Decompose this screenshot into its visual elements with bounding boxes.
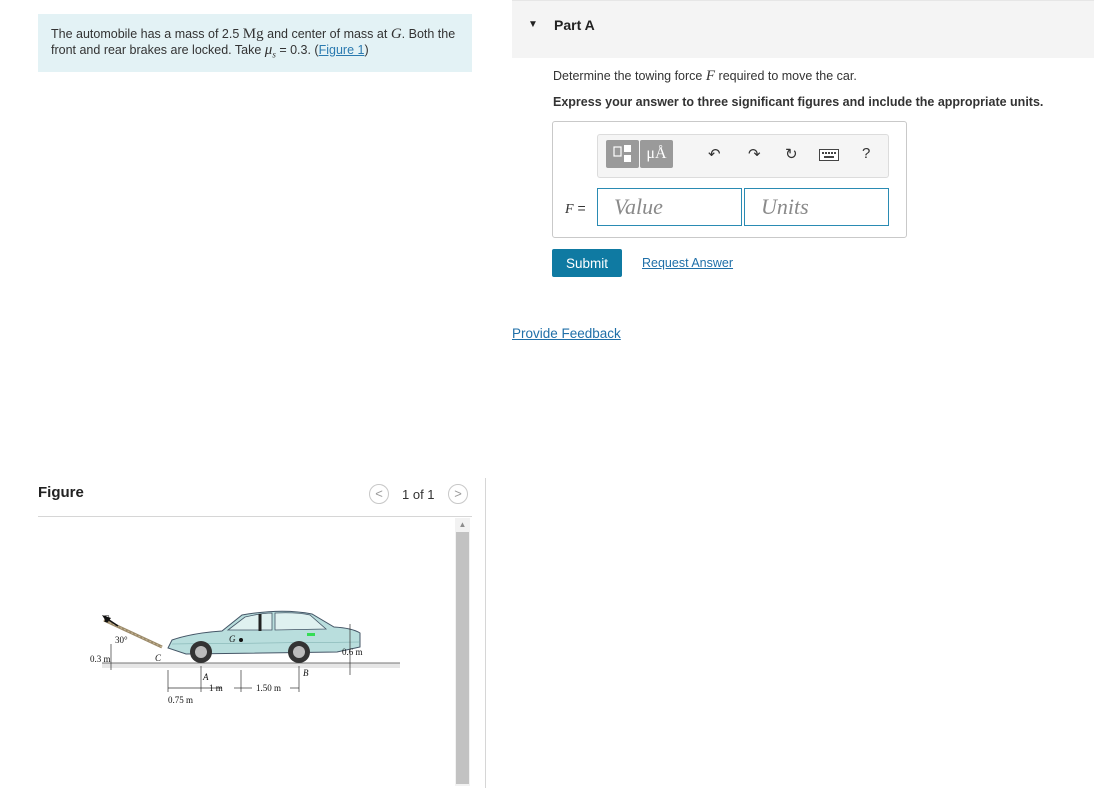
answer-equals: =	[577, 200, 586, 216]
question-text-2: required to move the car.	[718, 69, 857, 83]
scroll-up-arrow-icon[interactable]: ▲	[455, 520, 470, 530]
math-toolbar: μÅ ↶ ↷ ↻ ?	[597, 134, 889, 178]
undo-icon[interactable]: ↶	[708, 145, 721, 163]
problem-text-1: The automobile has a mass of 2.5	[51, 27, 240, 41]
answer-box: μÅ ↶ ↷ ↻ ? F =	[552, 121, 907, 238]
column-divider	[485, 478, 486, 788]
provide-feedback-link[interactable]: Provide Feedback	[512, 326, 621, 341]
units-input[interactable]	[744, 188, 889, 226]
instruction-text: Express your answer to three significant…	[553, 95, 1044, 109]
part-a-header[interactable]: ▼ Part A	[512, 0, 1094, 58]
wheel-front	[190, 641, 212, 663]
question-text-1: Determine the towing force	[553, 69, 703, 83]
center-of-mass-dot	[239, 638, 243, 642]
redo-icon[interactable]: ↷	[748, 145, 761, 163]
part-title: Part A	[554, 17, 595, 33]
question-text: Determine the towing force F required to…	[553, 68, 857, 85]
answer-variable: F	[565, 202, 574, 217]
request-answer-link[interactable]: Request Answer	[642, 256, 733, 270]
submit-button[interactable]: Submit	[552, 249, 622, 277]
problem-statement: The automobile has a mass of 2.5 Mg and …	[38, 14, 472, 72]
fraction-template-icon[interactable]	[606, 140, 639, 168]
figure-prev-button[interactable]: <	[369, 484, 389, 504]
value-input[interactable]	[597, 188, 742, 226]
figure-title: Figure	[38, 484, 84, 501]
collapse-caret-icon[interactable]: ▼	[528, 19, 538, 30]
reset-icon[interactable]: ↻	[785, 145, 798, 163]
label-dim-075: 0.75 m	[168, 695, 193, 705]
car-figure: F 30° 0.3 m C G A B 0.6 m 1 m 1.50 m 0.7…	[90, 610, 400, 705]
label-dim-1m: 1 m	[209, 683, 223, 693]
label-height-right: 0.6 m	[342, 647, 363, 657]
figure-1-link[interactable]: Figure 1	[319, 43, 365, 57]
problem-text-2: and center of mass at	[267, 27, 388, 41]
label-point-a: A	[202, 672, 209, 682]
question-variable: F	[705, 68, 716, 84]
figure-page-count: 1 of 1	[402, 487, 435, 502]
units-icon[interactable]: μÅ	[640, 140, 673, 168]
wheel-rear	[288, 641, 310, 663]
keyboard-icon[interactable]	[819, 148, 839, 166]
ground	[102, 662, 400, 668]
label-point-b: B	[303, 668, 309, 678]
label-height-left: 0.3 m	[90, 654, 111, 664]
help-icon[interactable]: ?	[862, 145, 870, 162]
figure-next-button[interactable]: >	[448, 484, 468, 504]
tow-cable	[102, 615, 163, 649]
label-force: F	[104, 614, 110, 624]
answer-variable-label: F =	[565, 200, 586, 218]
label-angle: 30°	[115, 635, 128, 645]
mu-subscript: s	[272, 49, 276, 60]
label-point-g: G	[229, 634, 236, 644]
problem-text-4: = 0.3.	[279, 43, 311, 57]
figure-header: Figure < 1 of 1 >	[38, 482, 472, 517]
unit-mg: Mg	[242, 26, 264, 42]
figure-scrollbar[interactable]: ▲	[455, 518, 470, 786]
center-of-mass-symbol: G	[390, 26, 402, 42]
label-dim-150: 1.50 m	[256, 683, 281, 693]
scrollbar-thumb[interactable]	[456, 532, 469, 784]
label-point-c: C	[155, 653, 162, 663]
